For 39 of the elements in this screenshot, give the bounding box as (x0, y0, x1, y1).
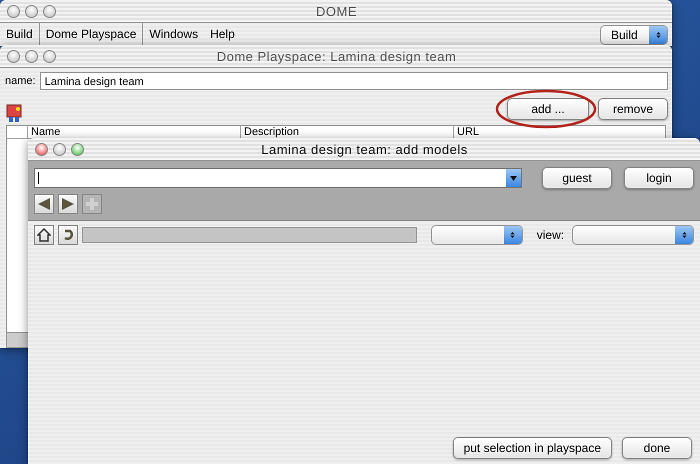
toolbar-button[interactable] (58, 194, 78, 214)
window-control-button[interactable] (43, 4, 56, 18)
menu-item[interactable]: Help (204, 23, 241, 46)
window-control-button[interactable] (53, 142, 66, 156)
stepper-arrows-icon (680, 232, 688, 238)
dialog-button[interactable]: put selection in playspace (452, 437, 612, 459)
action-button[interactable]: add ... (507, 98, 589, 120)
window-control-button[interactable] (43, 50, 56, 62)
name-label: name: (5, 75, 36, 87)
location-field[interactable] (34, 168, 522, 188)
window-title: Dome Playspace: Lamina design team (216, 48, 456, 64)
stepper-arrows-icon (654, 32, 662, 38)
filter-select[interactable] (430, 225, 523, 245)
plus-icon (85, 197, 99, 211)
dialog-button[interactable]: done (622, 437, 692, 459)
window-control-button[interactable] (71, 142, 84, 156)
login-button[interactable]: login (624, 167, 694, 189)
right-arrow-icon (61, 197, 75, 211)
action-button[interactable]: remove (598, 98, 668, 120)
window-title: DOME (316, 4, 357, 18)
refresh-button[interactable] (58, 225, 78, 245)
view-label: view: (536, 228, 564, 242)
name-field[interactable]: Lamina design team (40, 72, 668, 90)
mode-select[interactable]: Build (600, 24, 668, 44)
window-control-button[interactable] (7, 4, 20, 18)
window-control-button[interactable] (7, 50, 20, 62)
dropdown-arrow-icon (510, 176, 517, 180)
home-icon (36, 228, 51, 242)
home-button[interactable] (34, 225, 54, 245)
window-control-button[interactable] (35, 142, 48, 156)
stepper-arrows-icon (509, 232, 516, 238)
menu-item[interactable]: Windows (143, 23, 204, 46)
window-title: Lamina design team: add models (261, 142, 468, 156)
left-arrow-icon (37, 197, 51, 211)
login-button[interactable]: guest (542, 167, 612, 189)
window-control-button[interactable] (25, 50, 38, 62)
window-control-button[interactable] (25, 4, 38, 18)
toolbar-button[interactable] (34, 194, 54, 214)
view-select[interactable] (572, 225, 694, 245)
